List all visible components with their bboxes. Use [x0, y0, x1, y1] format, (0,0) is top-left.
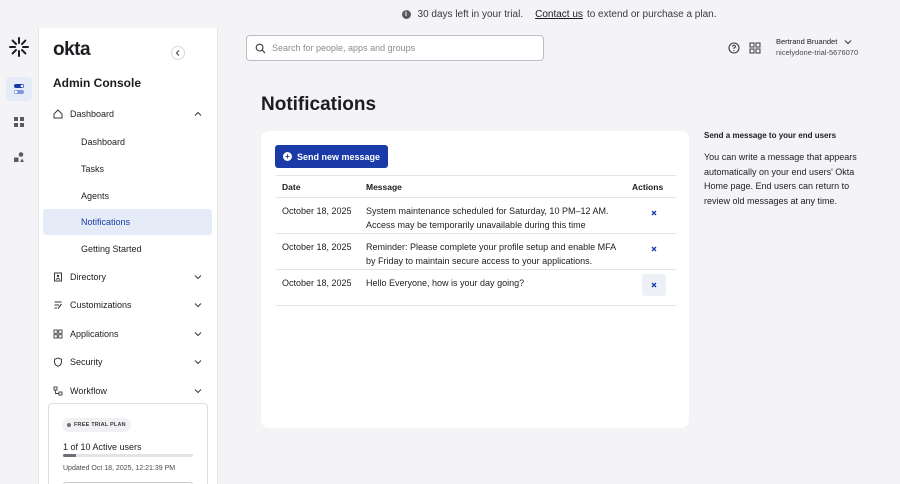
column-header-message[interactable]: Message: [366, 175, 632, 198]
sidebar-item-agents[interactable]: Agents: [43, 183, 212, 209]
global-search[interactable]: [246, 35, 544, 61]
column-header-actions: Actions: [632, 175, 676, 198]
apps-grid-icon: [14, 117, 24, 127]
dashboard-toggle-icon: [14, 84, 24, 94]
trial-badge: FREE TRIAL PLAN: [62, 418, 131, 432]
active-users-count: 1 of 10 Active users: [63, 442, 142, 452]
table-row: October 18, 2025 Reminder: Please comple…: [276, 233, 676, 270]
close-icon: [651, 210, 657, 216]
nav-group-customizations[interactable]: Customizations: [53, 294, 203, 316]
search-icon: [253, 41, 267, 55]
delete-message-button[interactable]: [642, 238, 666, 260]
app-launcher-button[interactable]: [748, 41, 762, 55]
trial-days-text: 30 days left in your trial.: [417, 8, 524, 20]
customizations-icon: [53, 300, 63, 310]
chevron-down-icon: [194, 389, 202, 394]
console-title: Admin Console: [53, 76, 142, 90]
sidebar-item-dashboard[interactable]: Dashboard: [43, 129, 212, 155]
home-icon: [53, 109, 63, 119]
apps-icon: [749, 42, 761, 54]
nav-group-workflow[interactable]: Workflow: [53, 380, 203, 402]
workflow-icon: [53, 386, 63, 396]
extend-text: to extend or purchase a plan.: [586, 8, 717, 20]
rail-apps-button[interactable]: [6, 110, 32, 134]
notifications-card: + Send new message Date Message Actions …: [261, 131, 689, 428]
nav-group-directory[interactable]: Directory: [53, 266, 203, 288]
nav-group-applications[interactable]: Applications: [53, 323, 203, 345]
directory-icon: [53, 272, 63, 282]
chevron-up-icon: [194, 111, 202, 116]
chevron-down-icon: [194, 303, 202, 308]
user-name[interactable]: Bertrand Bruandet: [776, 37, 837, 46]
nav-group-label: Applications: [70, 329, 119, 339]
sidebar-item-notifications[interactable]: Notifications: [43, 209, 212, 235]
messages-table: Date Message Actions October 18, 2025 Sy…: [276, 175, 676, 306]
nav-group-label: Dashboard: [70, 109, 115, 119]
nav-group-security[interactable]: Security: [53, 351, 203, 373]
send-button-label: Send new message: [297, 151, 381, 162]
rail-admin-button[interactable]: [6, 77, 32, 101]
table-header-row: Date Message Actions: [276, 175, 676, 198]
search-input[interactable]: [272, 43, 532, 53]
page-title: Notifications: [261, 94, 377, 115]
table-row: October 18, 2025 System maintenance sche…: [276, 197, 676, 234]
plus-circle-icon: +: [283, 152, 292, 161]
close-icon: [651, 246, 657, 252]
send-new-message-button[interactable]: + Send new message: [275, 145, 389, 168]
chevron-down-icon: [194, 360, 202, 365]
row-date: October 18, 2025: [276, 197, 366, 234]
trial-plan-card: FREE TRIAL PLAN 1 of 10 Active users Upd…: [48, 403, 208, 484]
sidebar: okta Admin Console Dashboard Dashboard T…: [39, 28, 218, 484]
app-switcher-rail: [0, 28, 39, 484]
nav-group-label: Workflow: [70, 386, 107, 396]
row-date: October 18, 2025: [276, 269, 366, 306]
chevron-down-icon: [194, 275, 202, 280]
close-icon: [651, 282, 657, 288]
okta-sunburst-icon[interactable]: [9, 37, 29, 57]
nav-group-label: Directory: [70, 272, 107, 282]
row-message: System maintenance scheduled for Saturda…: [366, 197, 632, 234]
help-panel-title: Send a message to your end users: [704, 131, 837, 140]
active-users-progress: [63, 454, 193, 457]
trial-banner: i 30 days left in your trial. Contact us…: [218, 0, 900, 28]
nav-group-dashboard[interactable]: Dashboard: [53, 103, 203, 125]
table-row: October 18, 2025 Hello Everyone, how is …: [276, 269, 676, 306]
delete-message-button[interactable]: [642, 274, 666, 296]
rail-workflows-button[interactable]: [6, 145, 32, 169]
shapes-icon: [14, 152, 24, 162]
active-users-progress-fill: [63, 454, 76, 457]
applications-icon: [53, 329, 63, 339]
nav-group-label: Security: [70, 357, 103, 367]
row-date: October 18, 2025: [276, 233, 366, 270]
sidebar-item-getting-started[interactable]: Getting Started: [43, 236, 212, 262]
contact-us-link[interactable]: Contact us: [535, 9, 583, 20]
row-message: Hello Everyone, how is your day going?: [366, 269, 632, 306]
nav-group-label: Customizations: [70, 300, 132, 310]
chevron-down-icon: [194, 332, 202, 337]
trial-updated-timestamp: Updated Oct 18, 2025, 12:21:39 PM: [63, 465, 176, 472]
help-panel-text: You can write a message that appears aut…: [704, 152, 857, 206]
chevron-down-icon[interactable]: [843, 37, 853, 47]
chevron-left-icon: [175, 50, 180, 56]
delete-message-button[interactable]: [642, 202, 666, 224]
org-name: nicelydone-trial-5676070: [776, 48, 859, 57]
okta-logo[interactable]: okta: [53, 39, 91, 61]
sidebar-item-tasks[interactable]: Tasks: [43, 156, 212, 182]
collapse-sidebar-button[interactable]: [171, 46, 185, 60]
info-icon: i: [401, 9, 411, 19]
shield-icon: [53, 357, 63, 367]
help-button[interactable]: [727, 41, 741, 55]
row-message: Reminder: Please complete your profile s…: [366, 233, 632, 270]
column-header-date[interactable]: Date: [276, 175, 366, 198]
help-circle-icon: [728, 42, 740, 54]
